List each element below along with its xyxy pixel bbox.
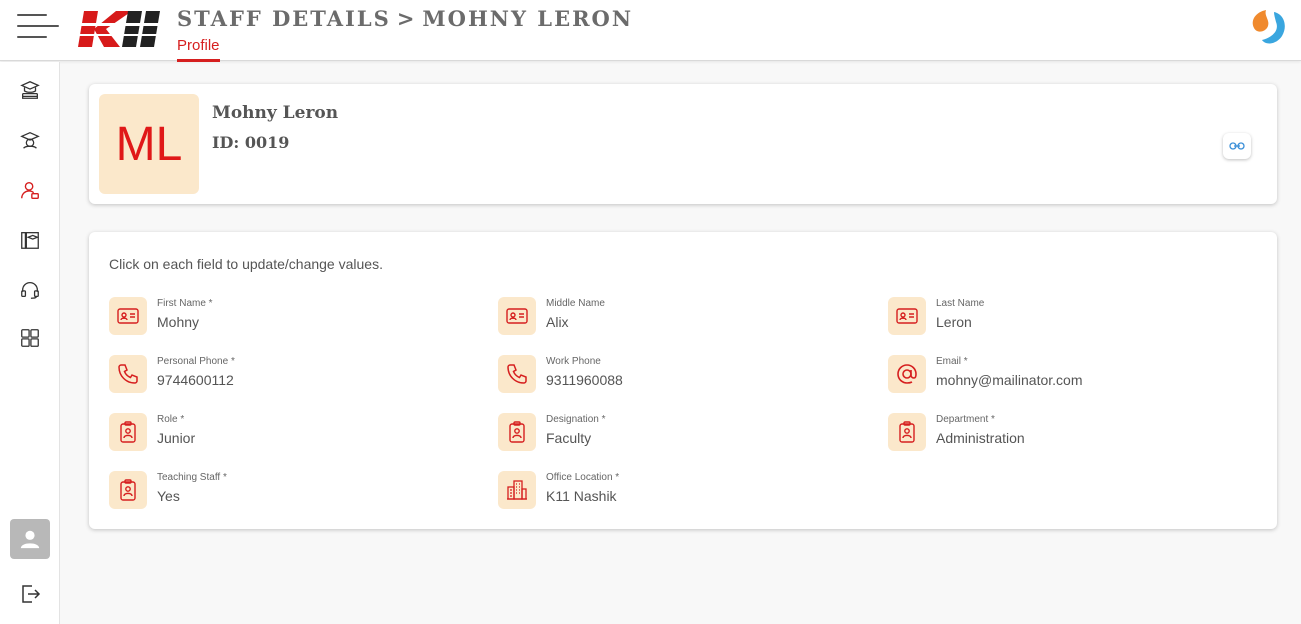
- field-label: Office Location *: [546, 472, 620, 483]
- badge-icon: [109, 413, 147, 451]
- page-title: STAFF DETAILS > MOHNY LERON: [177, 6, 633, 31]
- profile-summary-card: ML Mohny Leron ID: 0019: [89, 84, 1277, 204]
- buildings-icon: [498, 471, 536, 509]
- field-last-name[interactable]: Last Name Leron: [888, 297, 1248, 337]
- field-value: Alix: [546, 314, 569, 330]
- nav-library-icon[interactable]: [16, 226, 44, 254]
- brand-swirl-icon: [1252, 10, 1285, 44]
- field-value: Administration: [936, 430, 1025, 446]
- field-teaching-staff[interactable]: Teaching Staff * Yes: [109, 471, 469, 511]
- field-label: Work Phone: [546, 356, 601, 367]
- field-role[interactable]: Role * Junior: [109, 413, 469, 453]
- link-button[interactable]: [1223, 133, 1251, 159]
- field-value: Junior: [157, 430, 196, 446]
- id-card-icon: [498, 297, 536, 335]
- field-label: Personal Phone *: [157, 356, 235, 367]
- field-value: 9311960088: [546, 372, 623, 388]
- field-label: Email *: [936, 356, 968, 367]
- id-card-icon: [109, 297, 147, 335]
- field-first-name[interactable]: First Name * Mohny: [109, 297, 469, 337]
- nav-dashboard-icon[interactable]: [16, 324, 44, 352]
- field-value: K11 Nashik: [546, 488, 617, 504]
- field-label: Department *: [936, 414, 995, 425]
- user-avatar-button[interactable]: [10, 519, 50, 559]
- field-department[interactable]: Department * Administration: [888, 413, 1248, 453]
- phone-icon: [498, 355, 536, 393]
- field-label: Last Name: [936, 298, 985, 309]
- nav-courses-icon[interactable]: [16, 76, 44, 104]
- field-value: mohny@mailinator.com: [936, 372, 1083, 388]
- id-card-icon: [888, 297, 926, 335]
- field-value: Leron: [936, 314, 972, 330]
- nav-staff-icon[interactable]: [16, 176, 44, 204]
- at-sign-icon: [888, 355, 926, 393]
- field-value: Faculty: [546, 430, 592, 446]
- menu-icon[interactable]: [17, 13, 59, 39]
- staff-id: ID: 0019: [212, 133, 290, 152]
- edit-hint: Click on each field to update/change val…: [109, 256, 383, 272]
- field-label: Designation *: [546, 414, 606, 425]
- field-work-phone[interactable]: Work Phone 9311960088: [498, 355, 858, 395]
- avatar-initials: ML: [99, 94, 199, 194]
- sidebar: [0, 62, 60, 624]
- badge-icon: [888, 413, 926, 451]
- staff-details-card: Click on each field to update/change val…: [89, 232, 1277, 529]
- k11-logo: [76, 11, 166, 47]
- phone-icon: [109, 355, 147, 393]
- title-section: STAFF DETAILS: [177, 6, 391, 31]
- badge-icon: [109, 471, 147, 509]
- field-value: 9744600112: [157, 372, 234, 388]
- title-separator: >: [396, 6, 417, 31]
- nav-students-icon[interactable]: [16, 126, 44, 154]
- tab-profile[interactable]: Profile: [177, 37, 220, 62]
- field-label: Role *: [157, 414, 185, 425]
- field-designation[interactable]: Designation * Faculty: [498, 413, 858, 453]
- top-header: STAFF DETAILS > MOHNY LERON Profile: [0, 0, 1301, 62]
- field-value: Yes: [157, 488, 180, 504]
- field-office-location[interactable]: Office Location * K11 Nashik: [498, 471, 858, 511]
- title-staff-name: MOHNY LERON: [422, 6, 634, 31]
- logout-icon[interactable]: [18, 582, 42, 606]
- field-label: Middle Name: [546, 298, 605, 309]
- user-icon: [20, 530, 40, 549]
- link-icon: [1229, 142, 1245, 150]
- field-label: First Name *: [157, 298, 213, 309]
- staff-name: Mohny Leron: [212, 103, 339, 123]
- field-email[interactable]: Email * mohny@mailinator.com: [888, 355, 1248, 395]
- field-middle-name[interactable]: Middle Name Alix: [498, 297, 858, 337]
- field-value: Mohny: [157, 314, 200, 330]
- badge-icon: [498, 413, 536, 451]
- field-personal-phone[interactable]: Personal Phone * 9744600112: [109, 355, 469, 395]
- nav-support-icon[interactable]: [16, 276, 44, 304]
- field-label: Teaching Staff *: [157, 472, 227, 483]
